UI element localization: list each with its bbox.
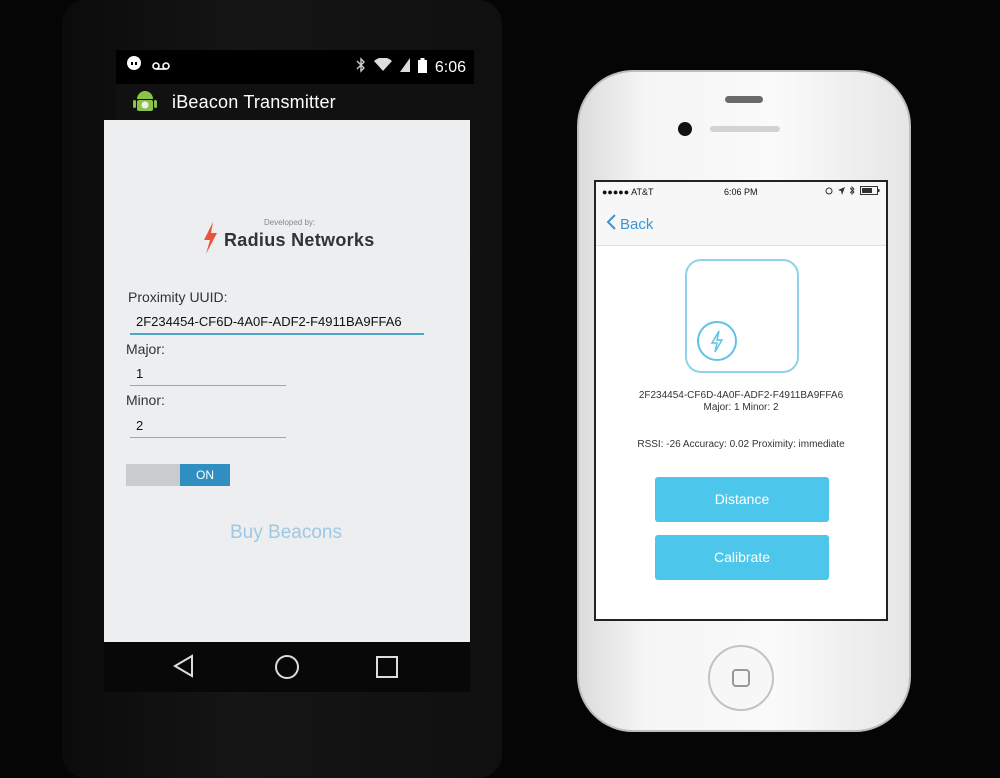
- android-action-bar: iBeacon Transmitter: [116, 84, 474, 120]
- ios-bluetooth-icon: [849, 185, 855, 197]
- back-label: Back: [620, 215, 654, 233]
- home-icon[interactable]: [274, 654, 300, 685]
- beacon-uuid: 2F234454-CF6D-4A0F-ADF2-F4911BA9FFA6: [638, 390, 844, 401]
- beacon-rssi: RSSI: -26 Accuracy: 0.02 Proximity: imme…: [637, 439, 845, 450]
- iphone-screen: ●●●●● AT&T 6:06 PM Back 2F234454-CF6D-4A…: [594, 180, 888, 621]
- wifi-icon: [373, 57, 392, 77]
- back-icon[interactable]: [172, 654, 196, 683]
- ios-status-time: 6:06 PM: [724, 187, 758, 197]
- android-screen: Developed by: Radius Networks Proximity …: [104, 120, 470, 642]
- status-time: 6:06: [434, 58, 466, 76]
- recents-icon[interactable]: [376, 656, 398, 683]
- front-camera: [678, 122, 692, 136]
- uuid-label: Proximity UUID:: [128, 289, 228, 305]
- cell-signal-icon: [399, 58, 410, 77]
- company-name: Radius Networks: [224, 230, 375, 250]
- hangouts-icon: [126, 56, 142, 77]
- minor-label: Minor:: [126, 392, 165, 408]
- ios-battery-icon: [860, 186, 880, 197]
- bluetooth-icon: [356, 57, 366, 78]
- carrier-text: ●●●●● AT&T: [602, 187, 654, 197]
- back-button[interactable]: Back: [606, 214, 653, 234]
- distance-button[interactable]: Distance: [655, 477, 829, 522]
- radius-networks-logo: Developed by: Radius Networks: [202, 218, 392, 262]
- android-status-bar: 6:06: [116, 50, 474, 84]
- ios-status-bar: ●●●●● AT&T 6:06 PM: [596, 182, 886, 202]
- developed-by-text: Developed by:: [264, 218, 316, 227]
- lock-rotation-icon: [825, 187, 833, 197]
- minor-input[interactable]: [130, 418, 286, 438]
- beacon-bolt-icon: [697, 321, 737, 361]
- toggle-on-label: ON: [180, 464, 230, 486]
- calibrate-button[interactable]: Calibrate: [655, 535, 829, 580]
- transmit-toggle[interactable]: ON: [126, 464, 230, 486]
- battery-icon: [417, 57, 427, 78]
- beacon-icon-tile: [685, 259, 799, 373]
- ios-navigation-bar: Back: [596, 202, 886, 246]
- voicemail-icon: [152, 58, 170, 76]
- iphone-home-button[interactable]: [708, 645, 774, 711]
- ear-speaker: [725, 96, 763, 103]
- proximity-sensor: [710, 126, 780, 132]
- major-label: Major:: [126, 341, 165, 357]
- major-input[interactable]: [130, 366, 286, 386]
- android-nav-bar: [104, 642, 470, 692]
- android-app-icon: [132, 89, 158, 115]
- buy-beacons-link[interactable]: Buy Beacons: [230, 522, 342, 544]
- location-icon: [838, 186, 845, 197]
- app-title: iBeacon Transmitter: [172, 91, 336, 112]
- chevron-left-icon: [606, 214, 616, 234]
- home-square-icon: [732, 669, 750, 687]
- uuid-input[interactable]: [130, 314, 424, 335]
- lightning-bolt-icon: [202, 222, 218, 259]
- beacon-major-minor: Major: 1 Minor: 2: [703, 402, 779, 413]
